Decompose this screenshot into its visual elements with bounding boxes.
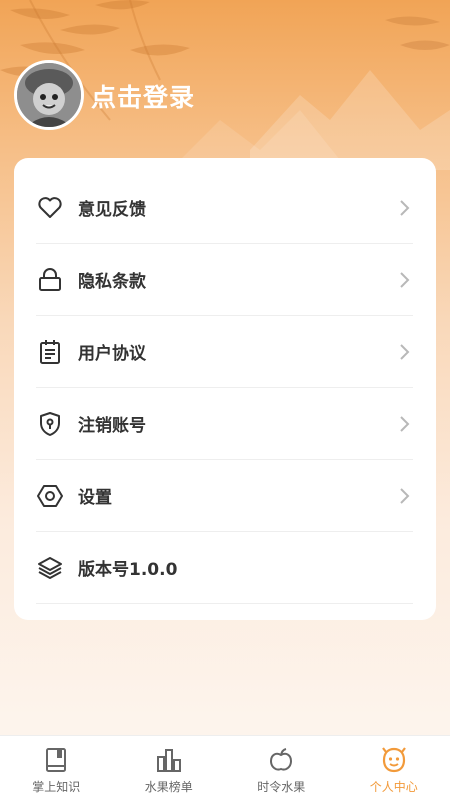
menu-item-label: 设置	[78, 488, 112, 508]
chevron-right-icon	[395, 414, 413, 434]
login-prompt[interactable]: 点击登录	[91, 78, 195, 114]
smile-face-icon	[380, 746, 408, 774]
bottom-tab-bar: 掌上知识 水果榜单 时令水果 个人中心	[0, 735, 450, 800]
version-label: 版本号1.0.0	[78, 560, 178, 580]
menu-item-privacy[interactable]: 隐私条款	[36, 244, 413, 316]
menu-item-label: 用户协议	[78, 344, 146, 364]
menu-item-settings[interactable]: 设置	[36, 460, 413, 532]
tab-label: 个人中心	[369, 780, 418, 794]
shield-icon	[36, 410, 64, 438]
chevron-right-icon	[395, 198, 413, 218]
menu-item-label: 注销账号	[78, 416, 146, 436]
chevron-right-icon	[395, 270, 413, 290]
menu-item-version: 版本号1.0.0	[36, 532, 413, 604]
tab-personal-center[interactable]: 个人中心	[338, 736, 450, 800]
chevron-right-icon	[395, 342, 413, 362]
tab-knowledge[interactable]: 掌上知识	[0, 736, 113, 800]
menu-item-label: 隐私条款	[78, 272, 146, 292]
tab-fruit-ranking[interactable]: 水果榜单	[113, 736, 226, 800]
tab-seasonal-fruit[interactable]: 时令水果	[225, 736, 338, 800]
heart-icon	[36, 194, 64, 222]
book-icon	[42, 746, 70, 774]
apple-icon	[267, 746, 295, 774]
tab-label: 水果榜单	[144, 780, 193, 794]
menu-item-user-agreement[interactable]: 用户协议	[36, 316, 413, 388]
cartoon-avatar-icon	[17, 63, 81, 127]
bar-chart-icon	[155, 746, 183, 774]
tab-label: 时令水果	[257, 780, 306, 794]
hexagon-nut-icon	[36, 482, 64, 510]
menu-item-feedback[interactable]: 意见反馈	[36, 172, 413, 244]
notepad-icon	[36, 338, 64, 366]
menu-card: 意见反馈 隐私条款 用户协议 注销账号 设置 版本号1.0.0	[14, 158, 436, 620]
menu-item-delete-account[interactable]: 注销账号	[36, 388, 413, 460]
menu-item-label: 意见反馈	[78, 200, 146, 220]
avatar[interactable]	[14, 60, 84, 130]
lock-icon	[36, 266, 64, 294]
tab-label: 掌上知识	[32, 780, 81, 794]
chevron-right-icon	[395, 486, 413, 506]
layers-icon	[36, 554, 64, 582]
